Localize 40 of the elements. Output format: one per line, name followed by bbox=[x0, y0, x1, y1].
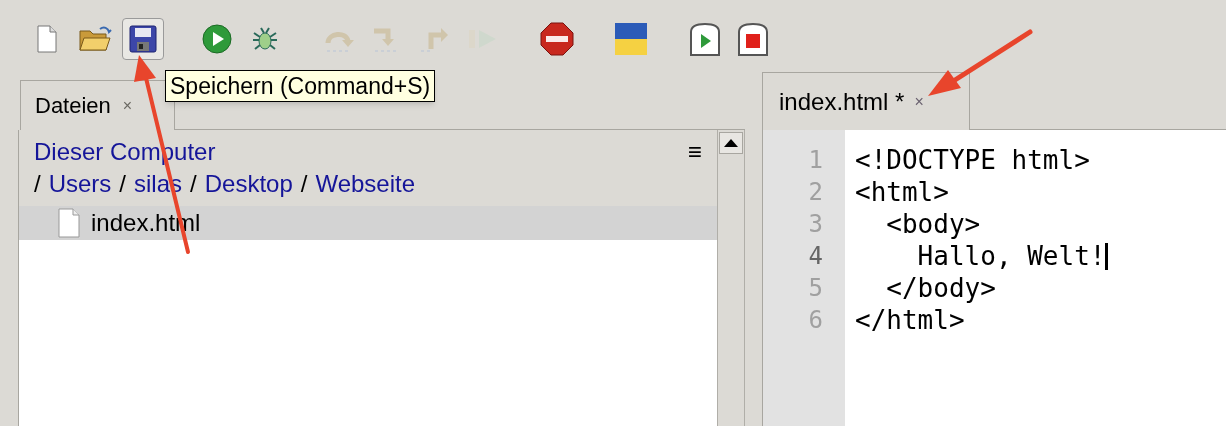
editor-tab[interactable]: index.html * × bbox=[762, 72, 970, 130]
line-number: 3 bbox=[808, 209, 823, 240]
path-link[interactable]: Desktop bbox=[204, 168, 293, 200]
stop-sign-icon bbox=[540, 22, 574, 56]
up-arrow-icon bbox=[419, 25, 451, 53]
path-separator: / bbox=[119, 169, 126, 199]
new-file-icon bbox=[36, 25, 58, 53]
code-line: </html> bbox=[855, 304, 965, 336]
line-number: 1 bbox=[808, 145, 823, 176]
tooltip: Speichern (Command+S) bbox=[165, 70, 436, 102]
line-number: 6 bbox=[808, 305, 823, 336]
stop-tab-icon bbox=[737, 22, 769, 56]
code-editor[interactable]: <!DOCTYPE html> <html> <body> Hallo, Welt! </body> </html> bbox=[845, 130, 1226, 426]
play-icon bbox=[202, 24, 232, 54]
line-number: 4 bbox=[808, 241, 823, 272]
scroll-up-icon[interactable] bbox=[724, 139, 738, 147]
path-separator: / bbox=[300, 169, 308, 199]
path-link[interactable]: Webseite bbox=[315, 168, 416, 200]
toolbar-button[interactable] bbox=[122, 18, 164, 60]
line-number: 2 bbox=[808, 177, 823, 208]
path-separator: / bbox=[34, 169, 41, 199]
code-line: Hallo, Welt! bbox=[916, 240, 1106, 272]
flag-icon bbox=[614, 22, 648, 56]
tab-label: Dateien bbox=[35, 92, 111, 120]
close-tab-button[interactable]: × bbox=[122, 93, 133, 118]
code-line: </body> bbox=[885, 272, 996, 304]
close-tab-button[interactable]: × bbox=[914, 89, 924, 114]
line-number: 5 bbox=[808, 273, 823, 304]
code-line: <!DOCTYPE html> bbox=[855, 144, 1090, 176]
scrollbar[interactable] bbox=[717, 130, 745, 426]
play-tab-icon bbox=[689, 22, 721, 56]
path-link[interactable]: Users bbox=[48, 168, 112, 200]
tab-label: index.html * bbox=[779, 86, 905, 117]
file-icon bbox=[57, 208, 81, 238]
folder-icon bbox=[78, 25, 112, 53]
path-separator: / bbox=[190, 169, 197, 199]
menu-icon[interactable]: ≡ bbox=[688, 136, 702, 168]
code-line: <body> bbox=[885, 208, 981, 240]
code-line: <html> bbox=[855, 176, 949, 208]
text-cursor bbox=[1105, 242, 1109, 270]
